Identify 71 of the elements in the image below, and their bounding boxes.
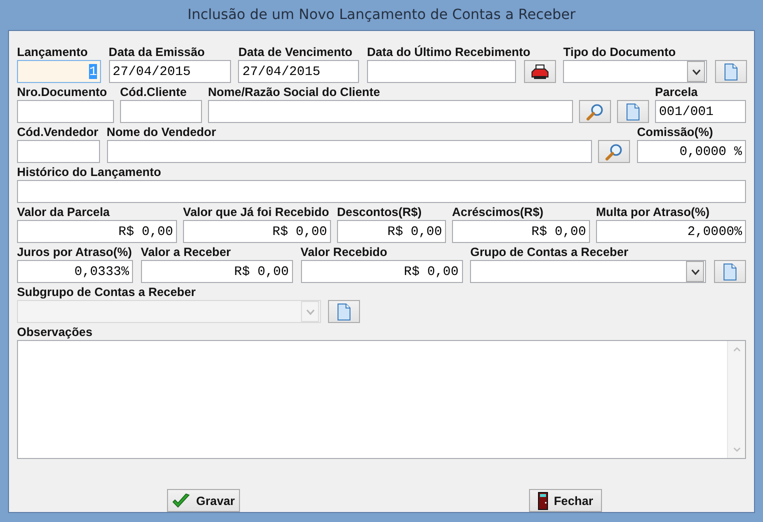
field-label: Nome do Vendedor	[106, 124, 216, 140]
field-label: Lançamento	[17, 44, 88, 60]
printer-icon	[530, 64, 549, 80]
text-field[interactable]: R$ 0,00	[17, 220, 177, 243]
field-label: Acréscimos(R$)	[452, 204, 544, 220]
text-field[interactable]: 0,0333%	[17, 260, 133, 283]
door-icon	[538, 492, 548, 510]
text-field[interactable]: 2,0000%	[596, 220, 746, 243]
field-label: Histórico do Lançamento	[17, 164, 162, 180]
new-button[interactable]	[714, 60, 747, 83]
search-button[interactable]	[598, 140, 630, 163]
field-label: Tipo do Documento	[563, 44, 676, 60]
text-field[interactable]: 27/04/2015	[108, 60, 231, 83]
dropdown[interactable]	[563, 60, 708, 83]
save-button[interactable]: Gravar	[167, 489, 240, 512]
scroll-down-icon[interactable]	[732, 447, 740, 452]
text-field[interactable]	[17, 180, 746, 203]
document-icon	[723, 262, 737, 280]
checkmark-icon	[172, 492, 190, 508]
window-title: Inclusão de um Novo Lançamento de Contas a Receber	[187, 7, 576, 23]
text-field[interactable]: R$ 0,00	[183, 220, 331, 243]
field-label: Parcela	[655, 84, 698, 100]
dropdown[interactable]	[470, 260, 706, 283]
field-label: Nome/Razão Social do Cliente	[208, 84, 380, 100]
field-label: Data da Emissão	[108, 44, 205, 60]
text-field[interactable]	[120, 100, 202, 123]
field-label: Valor que Já foi Recebido	[183, 204, 330, 220]
field-label: Subgrupo de Contas a Receber	[17, 284, 196, 300]
chevron-icon	[692, 68, 701, 74]
field-label: Valor Recebido	[300, 244, 388, 260]
field-label: Juros por Atraso(%)	[17, 244, 132, 260]
field-label: Nro.Documento	[17, 84, 107, 100]
scroll-up-icon[interactable]	[732, 347, 740, 352]
field-label: Comissão(%)	[636, 124, 713, 140]
field-label: Descontos(R$)	[337, 204, 422, 220]
field-label: Grupo de Contas a Receber	[470, 244, 628, 260]
chevron-icon	[690, 268, 700, 274]
new-button[interactable]	[328, 300, 360, 323]
chevron-icon	[306, 308, 314, 314]
notes-field[interactable]	[17, 340, 746, 459]
text-field[interactable]: R$ 0,00	[337, 220, 446, 243]
document-icon	[626, 102, 640, 120]
new-button[interactable]	[714, 260, 746, 283]
document-icon	[724, 62, 738, 80]
field-label: Cód.Vendedor	[17, 124, 98, 140]
text-field[interactable]	[17, 100, 114, 123]
new-button[interactable]	[617, 100, 649, 123]
close-button[interactable]: Fechar	[529, 489, 602, 512]
scrollbar[interactable]	[727, 341, 745, 458]
text-field[interactable]	[208, 100, 573, 123]
text-field[interactable]	[17, 140, 100, 163]
text-field[interactable]	[106, 140, 592, 163]
text-field[interactable]: 27/04/2015	[238, 60, 360, 83]
text-field[interactable]: 001/001	[655, 100, 746, 123]
field-label: Data de Vencimento	[238, 44, 352, 60]
text-field[interactable]: R$ 0,00	[140, 260, 293, 283]
print-button[interactable]	[524, 60, 556, 83]
field-label: Data do Último Recebimento	[366, 44, 530, 60]
text-field[interactable]	[366, 60, 516, 83]
search-icon	[586, 102, 604, 120]
field-label: Valor a Receber	[140, 244, 231, 260]
field-label: Multa por Atraso(%)	[596, 204, 710, 220]
document-icon	[337, 302, 351, 320]
search-button[interactable]	[579, 100, 611, 123]
search-icon	[605, 142, 624, 160]
text-field[interactable]: R$ 0,00	[452, 220, 590, 243]
field-label: Cód.Cliente	[120, 84, 187, 100]
field-label: Valor da Parcela	[17, 204, 110, 220]
text-field[interactable]: R$ 0,00	[300, 260, 462, 283]
field-label: Observações	[17, 324, 92, 340]
text-field[interactable]: 0,0000 %	[636, 140, 746, 163]
